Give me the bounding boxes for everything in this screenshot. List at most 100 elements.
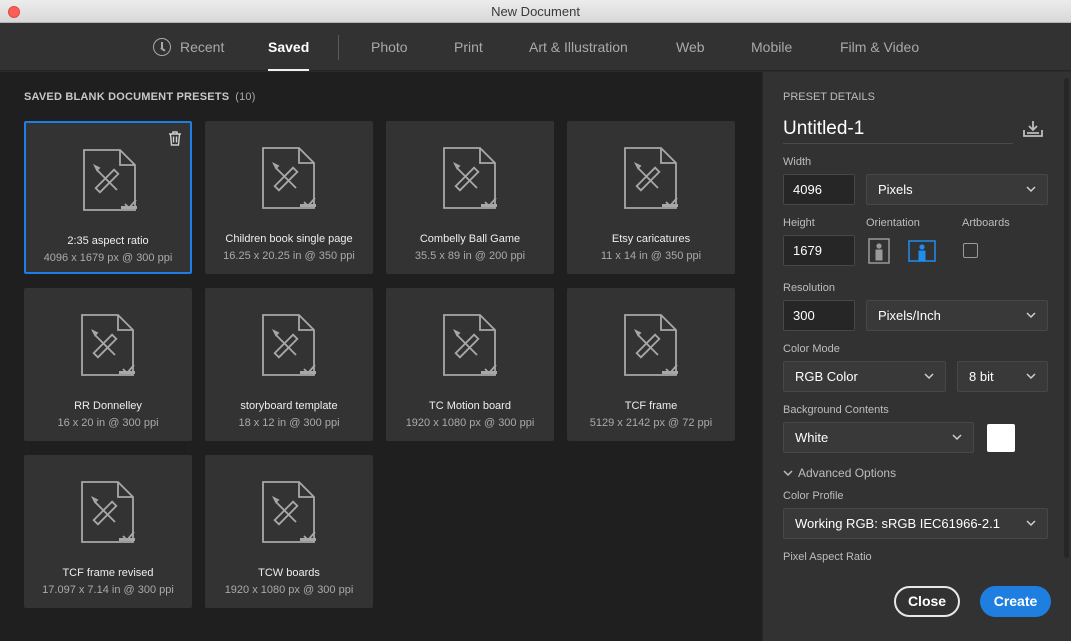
color-mode-select[interactable]: RGB Color: [783, 361, 946, 392]
preset-dimensions: 16 x 20 in @ 300 ppi: [57, 417, 159, 429]
preset-card[interactable]: Combelly Ball Game 35.5 x 89 in @ 200 ppi: [386, 121, 554, 274]
background-color-swatch[interactable]: [987, 424, 1015, 452]
advanced-options-toggle[interactable]: Advanced Options: [783, 466, 896, 480]
color-profile-label: Color Profile: [783, 490, 844, 502]
document-preset-icon: [441, 313, 499, 377]
chevron-down-icon: [1026, 520, 1036, 527]
document-name-input[interactable]: Untitled-1: [783, 116, 1013, 144]
presets-panel: SAVED BLANK DOCUMENT PRESETS (10) 2:35 as…: [0, 72, 762, 641]
width-input[interactable]: 4096: [783, 174, 855, 205]
document-preset-icon: [260, 313, 318, 377]
preset-details-heading: PRESET DETAILS: [783, 91, 875, 103]
preset-card[interactable]: 2:35 aspect ratio 4096 x 1679 px @ 300 pp…: [24, 121, 192, 274]
preset-card[interactable]: TCF frame revised 17.097 x 7.14 in @ 300 …: [24, 455, 192, 608]
portrait-icon: [868, 238, 890, 264]
tab-web[interactable]: Web: [676, 23, 705, 71]
tab-film-video[interactable]: Film & Video: [840, 23, 919, 71]
preset-dimensions: 5129 x 2142 px @ 72 ppi: [589, 417, 713, 429]
advanced-options-label: Advanced Options: [798, 466, 897, 480]
window-title: New Document: [491, 3, 580, 19]
background-contents-value: White: [795, 430, 829, 445]
save-preset-icon[interactable]: [1022, 120, 1044, 138]
resolution-unit-select[interactable]: Pixels/Inch: [866, 300, 1048, 331]
color-profile-value: Working RGB: sRGB IEC61966-2.1: [795, 516, 1000, 531]
height-label: Height: [783, 217, 815, 229]
tab-mobile[interactable]: Mobile: [751, 23, 792, 71]
preset-dimensions: 16.25 x 20.25 in @ 350 ppi: [223, 250, 355, 262]
bit-depth-select[interactable]: 8 bit: [957, 361, 1048, 392]
preset-name: Children book single page: [225, 233, 353, 245]
resolution-label: Resolution: [783, 282, 835, 294]
close-button[interactable]: Close: [894, 586, 960, 617]
preset-dimensions: 35.5 x 89 in @ 200 ppi: [414, 250, 526, 262]
artboards-checkbox[interactable]: [963, 243, 978, 258]
document-preset-icon: [79, 313, 137, 377]
tab-print[interactable]: Print: [454, 23, 483, 71]
details-scrollbar[interactable]: [1063, 78, 1070, 558]
presets-count: (10): [235, 91, 256, 103]
preset-name: TCF frame: [624, 400, 678, 412]
tab-recent[interactable]: Recent: [180, 23, 224, 71]
preset-card[interactable]: storyboard template 18 x 12 in @ 300 ppi: [205, 288, 373, 441]
preset-name: storyboard template: [240, 400, 338, 412]
presets-heading: SAVED BLANK DOCUMENT PRESETS (10): [24, 91, 256, 103]
tab-photo[interactable]: Photo: [371, 23, 408, 71]
background-contents-select[interactable]: White: [783, 422, 974, 453]
resolution-unit-value: Pixels/Inch: [878, 308, 941, 323]
preset-dimensions: 1920 x 1080 px @ 300 ppi: [224, 584, 354, 596]
preset-name: Combelly Ball Game: [419, 233, 521, 245]
window-close-button[interactable]: [8, 6, 20, 18]
create-button[interactable]: Create: [980, 586, 1051, 617]
document-preset-icon: [260, 480, 318, 544]
clock-icon: [153, 38, 171, 56]
orientation-label: Orientation: [866, 217, 920, 229]
bit-depth-value: 8 bit: [969, 369, 994, 384]
preset-card[interactable]: RR Donnelley 16 x 20 in @ 300 ppi: [24, 288, 192, 441]
preset-dimensions: 18 x 12 in @ 300 ppi: [238, 417, 340, 429]
document-preset-icon: [81, 148, 139, 212]
landscape-icon: [908, 240, 936, 262]
tab-saved[interactable]: Saved: [268, 23, 310, 71]
document-preset-icon: [260, 146, 318, 210]
document-preset-icon: [622, 313, 680, 377]
preset-name: RR Donnelley: [74, 400, 142, 412]
preset-card[interactable]: Etsy caricatures 11 x 14 in @ 350 ppi: [567, 121, 735, 274]
preset-dimensions: 11 x 14 in @ 350 ppi: [600, 250, 702, 262]
chevron-down-icon: [783, 470, 793, 477]
pixel-aspect-ratio-label: Pixel Aspect Ratio: [783, 551, 872, 563]
chevron-down-icon: [924, 373, 934, 380]
document-preset-icon: [79, 480, 137, 544]
preset-name: Etsy caricatures: [611, 233, 691, 245]
preset-name: TCF frame revised: [62, 567, 154, 579]
preset-card[interactable]: TCF frame 5129 x 2142 px @ 72 ppi: [567, 288, 735, 441]
preset-card[interactable]: TC Motion board 1920 x 1080 px @ 300 ppi: [386, 288, 554, 441]
portrait-orientation-button[interactable]: [866, 238, 892, 264]
document-preset-icon: [622, 146, 680, 210]
preset-card[interactable]: Children book single page 16.25 x 20.25 i…: [205, 121, 373, 274]
presets-heading-text: SAVED BLANK DOCUMENT PRESETS: [24, 91, 230, 103]
tab-separator: [338, 35, 339, 60]
tab-art-illustration[interactable]: Art & Illustration: [529, 23, 628, 71]
landscape-orientation-button[interactable]: [908, 238, 936, 264]
artboards-label: Artboards: [962, 217, 1010, 229]
preset-dimensions: 4096 x 1679 px @ 300 ppi: [43, 252, 173, 264]
preset-name: 2:35 aspect ratio: [67, 235, 149, 247]
trash-icon[interactable]: [168, 131, 182, 146]
width-label: Width: [783, 156, 812, 168]
category-tabs: Recent Saved Photo Print Art & Illustrat…: [0, 23, 1071, 71]
width-unit-select[interactable]: Pixels: [866, 174, 1048, 205]
title-bar: New Document: [0, 0, 1071, 23]
preset-card[interactable]: TCW boards 1920 x 1080 px @ 300 ppi: [205, 455, 373, 608]
color-profile-select[interactable]: Working RGB: sRGB IEC61966-2.1: [783, 508, 1048, 539]
chevron-down-icon: [1026, 312, 1036, 319]
preset-dimensions: 1920 x 1080 px @ 300 ppi: [405, 417, 535, 429]
preset-details-panel: PRESET DETAILS Untitled-1 Width 4096 Pix…: [762, 72, 1071, 641]
chevron-down-icon: [952, 434, 962, 441]
preset-name: TCW boards: [258, 567, 320, 579]
document-preset-icon: [441, 146, 499, 210]
width-unit-value: Pixels: [878, 182, 913, 197]
resolution-input[interactable]: 300: [783, 300, 855, 331]
chevron-down-icon: [1026, 373, 1036, 380]
height-input[interactable]: 1679: [783, 235, 855, 266]
color-mode-label: Color Mode: [783, 343, 840, 355]
